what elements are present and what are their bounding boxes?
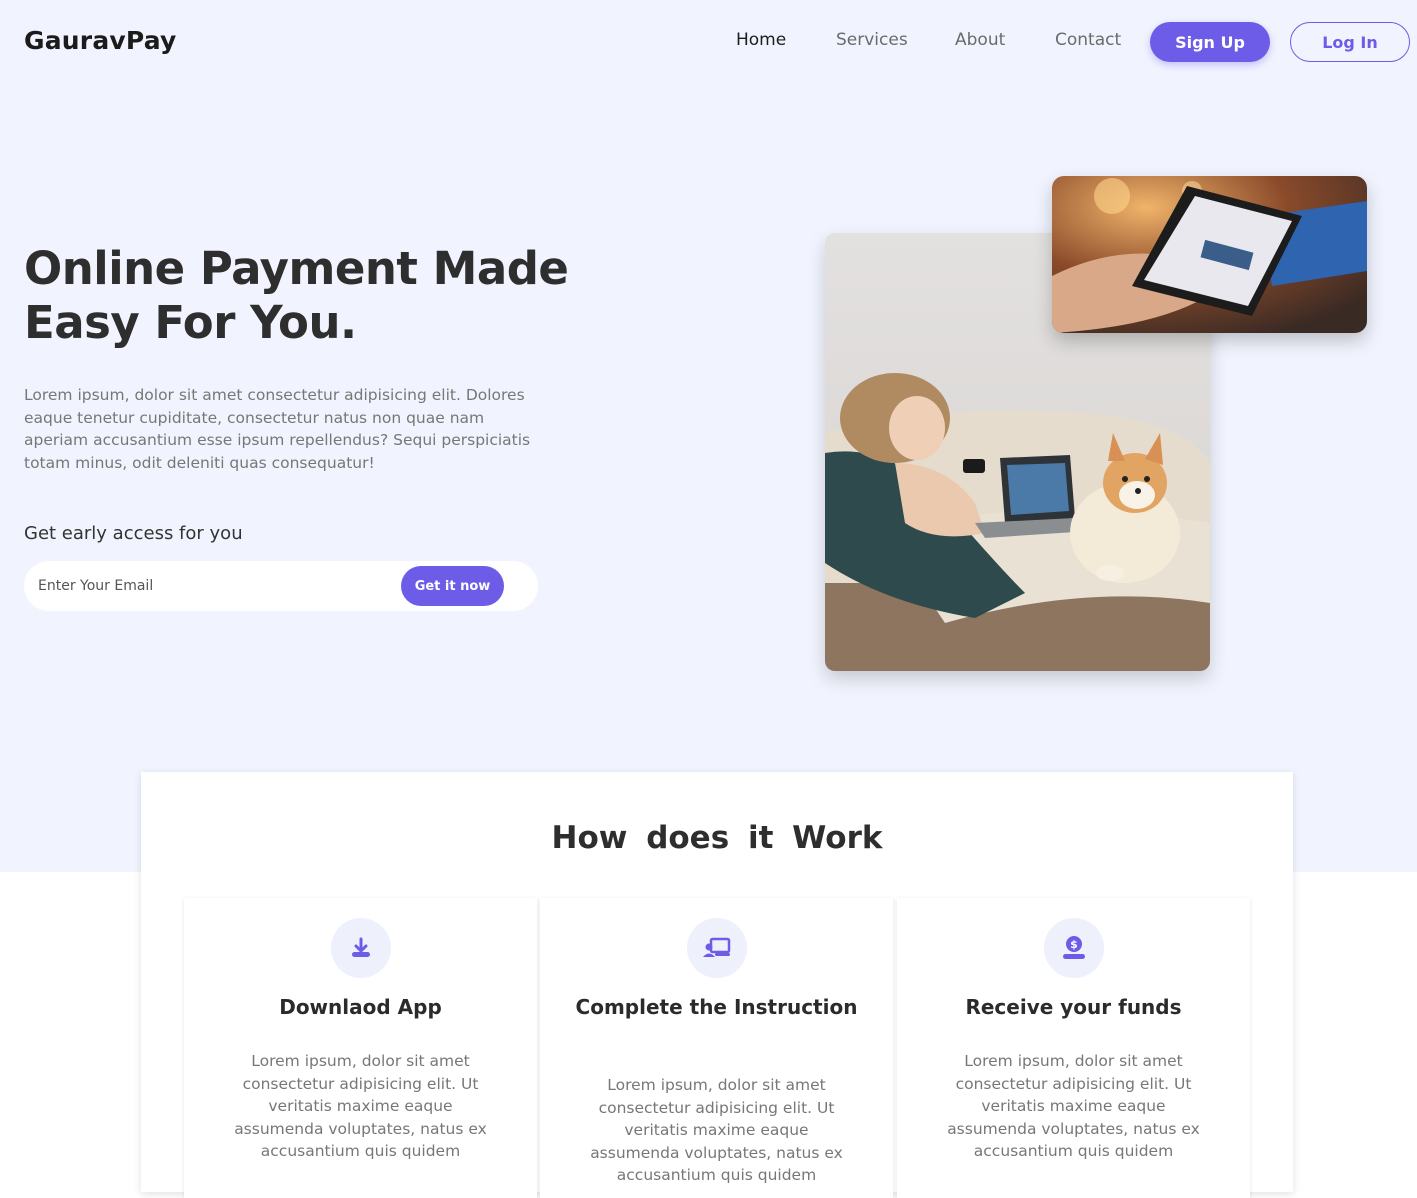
hero-description: Lorem ipsum, dolor sit amet consectetur … [24,386,531,472]
step-text: Lorem ipsum, dolor sit amet consectetur … [590,1076,843,1184]
step-text: Lorem ipsum, dolor sit amet consectetur … [947,1052,1200,1160]
how-it-works-title: How does it Work [551,820,883,856]
nav-link-home[interactable]: Home [736,30,786,50]
signup-button[interactable]: Sign Up [1150,22,1270,62]
step-card-download: Downlaod App Lorem ipsum, dolor sit amet… [184,898,537,1198]
login-button[interactable]: Log In [1290,22,1410,62]
download-icon [331,918,391,978]
step-title: Downlaod App [279,995,442,1019]
email-input[interactable] [38,575,398,597]
step-title: Receive your funds [965,995,1182,1019]
hero-image-phone-payment [1052,176,1367,333]
svg-text:$: $ [1070,938,1078,951]
money-hand-icon: $ [1044,918,1104,978]
step-text: Lorem ipsum, dolor sit amet consectetur … [234,1052,487,1160]
step-card-instruction: Complete the Instruction Lorem ipsum, do… [540,898,893,1198]
laptop-user-icon [687,918,747,978]
hero-title: Online Payment Made Easy For You. [24,242,584,350]
top-navbar: GauravPay Home Services About Contact Si… [0,0,1417,84]
step-title: Complete the Instruction [575,995,858,1019]
early-access-label: Get early access for you [24,523,243,544]
nav-link-contact[interactable]: Contact [1055,30,1121,50]
nav-link-services[interactable]: Services [836,30,908,50]
how-it-works-section: How does it Work Downlaod App Lorem ipsu… [141,772,1293,1198]
nav-link-about[interactable]: About [955,30,1005,50]
hero-title-line1: Online Payment Made [24,242,569,295]
brand-logo[interactable]: GauravPay [24,26,177,55]
hero-title-line2: Easy For You. [24,296,357,349]
step-card-funds: $ Receive your funds Lorem ipsum, dolor … [897,898,1250,1198]
get-it-now-button[interactable]: Get it now [401,566,504,606]
email-signup-form: Get it now [24,561,538,611]
